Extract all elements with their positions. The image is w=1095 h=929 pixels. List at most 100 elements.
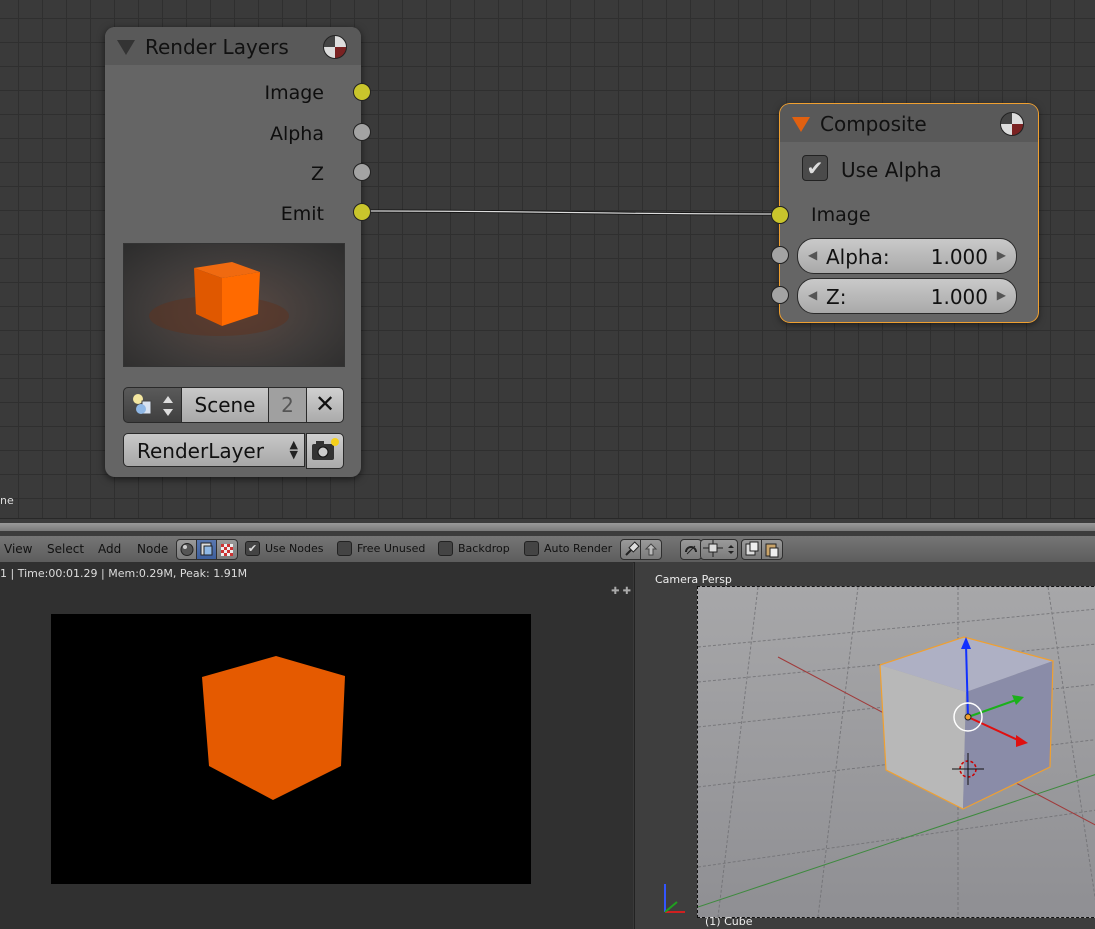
composite-node[interactable]: Composite ✔ Use Alpha Image ◀ Alpha: 1.0… [771,104,1038,322]
field-value: 1.000 [930,245,988,269]
socket-label: Image [264,82,324,104]
output-emit: Emit [281,203,324,229]
use-alpha-checkbox[interactable]: ✔ [802,155,828,181]
parent-node-tree-button[interactable] [640,539,662,560]
scene-name-field[interactable]: Scene [181,387,269,423]
copy-nodes-button[interactable] [741,539,763,560]
socket-label: Z [310,163,324,185]
alpha-field[interactable]: ◀ Alpha: 1.000 ▶ [797,238,1017,274]
socket-label: Emit [280,203,324,225]
3d-viewport[interactable]: Camera Persp (1) Cube [634,562,1095,929]
check-icon: ✔ [247,542,258,555]
auto-render-checkbox[interactable] [524,541,539,556]
input-socket-z[interactable] [771,286,789,304]
use-nodes-label: Use Nodes [265,542,324,555]
render-info-text: 1 | Time:00:01.29 | Mem:0.29M, Peak: 1.9… [0,567,248,580]
render-layer-value: RenderLayer [137,439,264,463]
input-socket-image[interactable] [771,206,789,224]
socket-label: Alpha [269,123,324,145]
menu-add[interactable]: Add [98,542,121,556]
magnet-icon [685,545,697,555]
node-title: Composite [820,112,927,136]
menu-select[interactable]: Select [47,542,84,556]
scene-browse-button[interactable] [123,387,182,423]
decrement-arrow-icon[interactable]: ◀ [808,248,817,262]
texture-icon [221,544,233,556]
copy-icon [745,541,759,556]
output-z: Z [311,163,324,189]
snap-node-icon [703,540,734,557]
increment-arrow-icon[interactable]: ▶ [997,248,1006,262]
collapse-triangle-icon[interactable] [117,40,135,55]
use-nodes-checkbox[interactable]: ✔ [245,541,260,556]
close-icon: ✕ [314,390,336,418]
backdrop-checkbox[interactable] [438,541,453,556]
unlink-scene-button[interactable]: ✕ [306,387,344,423]
pin-button[interactable] [620,539,642,560]
render-cube-image [202,656,345,800]
active-object-label: (1) Cube [705,915,753,928]
image-editor[interactable]: 1 | Time:00:01.29 | Mem:0.29M, Peak: 1.9… [0,562,633,929]
material-icon [180,543,194,556]
collapse-triangle-icon[interactable] [792,117,810,132]
scene-icon [133,394,173,416]
texture-nodes-button[interactable] [216,539,238,560]
compositing-icon [200,542,213,556]
shader-nodes-button[interactable] [176,539,198,560]
menu-view[interactable]: View [4,542,32,556]
input-socket-alpha[interactable] [771,246,789,264]
render-layer-dropdown[interactable]: RenderLayer ▲ ▼ [123,433,305,467]
viewport-scene [697,586,1095,918]
field-value: 1.000 [930,285,988,309]
render-layers-node[interactable]: Render Layers Image Alpha Z Emit Scene 2… [105,27,371,477]
node-preview-toggle-icon[interactable] [1000,112,1024,136]
go-up-icon [644,543,658,556]
region-toggle-buttons[interactable]: ✚ ✚ [611,586,631,597]
node-header[interactable]: Render Layers [105,27,361,65]
snap-toggle-button[interactable] [680,539,702,560]
menu-node[interactable]: Node [137,542,168,556]
node-title: Render Layers [145,35,289,59]
divider-bar [0,523,1095,531]
free-unused-label: Free Unused [357,542,426,555]
field-label: Z: [826,285,847,309]
use-alpha-label: Use Alpha [841,158,942,182]
free-unused-checkbox[interactable] [337,541,352,556]
check-icon: ✔ [806,156,824,180]
node-editor-header: View Select Add Node ✔ Use Nodes Free Un… [0,536,1095,563]
output-socket-emit[interactable] [353,203,371,221]
paste-icon [765,543,779,558]
render-layer-selector[interactable]: RenderLayer ▲ ▼ [123,433,344,469]
output-socket-image[interactable] [353,83,371,101]
image-input-label: Image [811,204,871,226]
axis-widget [664,884,685,913]
node-header[interactable]: Composite [780,104,1038,142]
camera-icon [312,438,339,460]
decrement-arrow-icon[interactable]: ◀ [808,288,817,302]
area-divider[interactable] [0,518,1095,537]
output-alpha: Alpha [270,123,324,149]
updown-arrows-icon: ▲ ▼ [289,438,298,461]
render-button[interactable] [306,433,344,469]
snap-element-dropdown[interactable] [700,539,738,560]
output-socket-alpha[interactable] [353,123,371,141]
paste-nodes-button[interactable] [761,539,783,560]
pin-icon [625,541,640,556]
render-result-image[interactable] [51,614,531,884]
node-preview-toggle-icon[interactable] [323,35,347,59]
output-socket-z[interactable] [353,163,371,181]
scene-selector[interactable]: Scene 2 ✕ [123,387,344,423]
scene-users-count[interactable]: 2 [268,387,307,423]
editor-corner-text: ne [0,494,14,507]
camera-frame [697,586,1095,918]
backdrop-label: Backdrop [458,542,510,555]
auto-render-label: Auto Render [544,542,613,555]
increment-arrow-icon[interactable]: ▶ [997,288,1006,302]
output-image: Image [264,82,324,108]
z-field[interactable]: ◀ Z: 1.000 ▶ [797,278,1017,314]
node-editor[interactable]: Render Layers Image Alpha Z Emit Scene 2… [0,0,1095,518]
compositing-nodes-button[interactable] [196,539,218,560]
field-label: Alpha: [826,245,890,269]
view-type-label: Camera Persp [655,573,732,586]
render-preview [123,243,345,367]
